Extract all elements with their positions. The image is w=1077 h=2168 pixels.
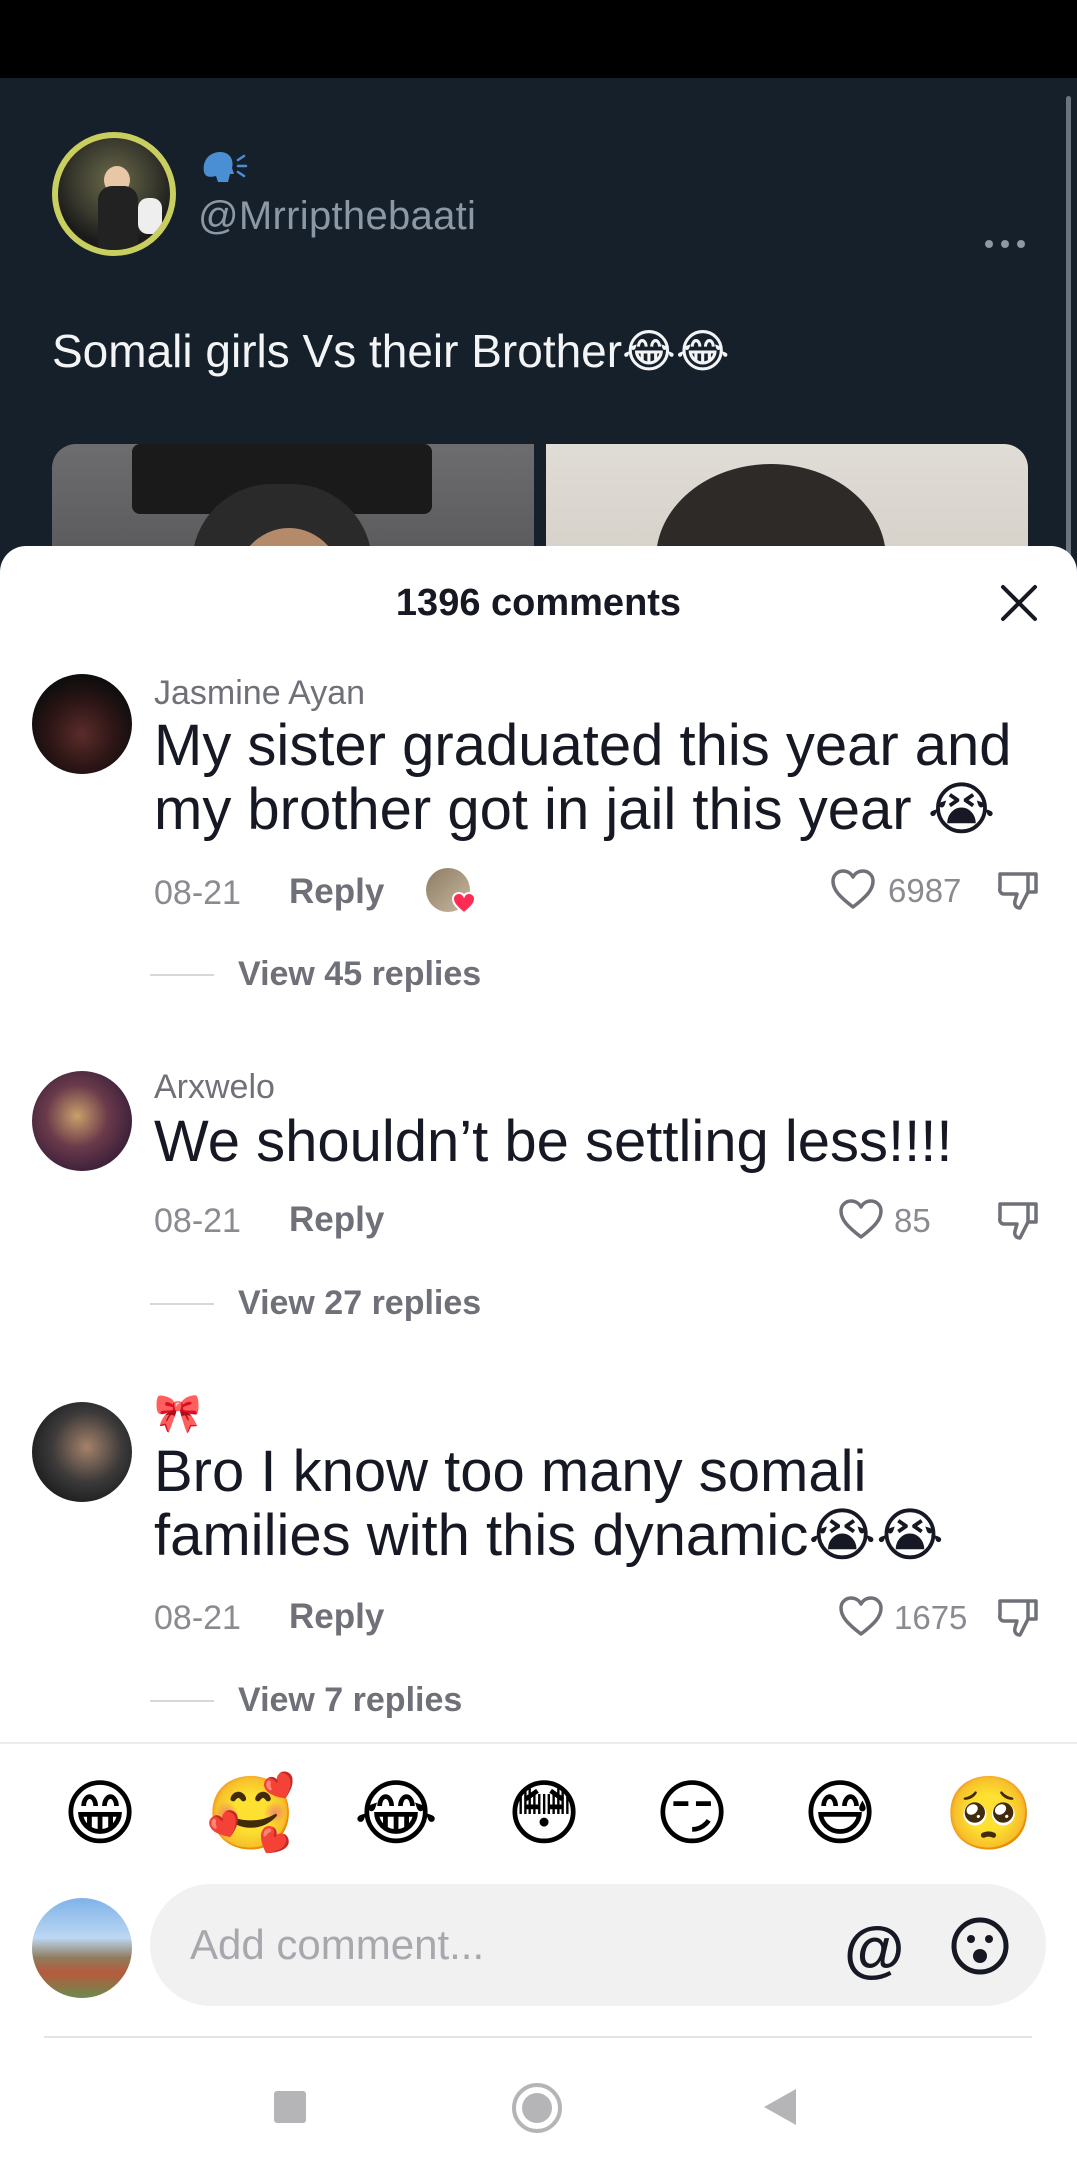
replies-divider xyxy=(150,1303,214,1305)
replies-divider xyxy=(150,1700,214,1702)
commenter-avatar[interactable] xyxy=(32,1071,132,1171)
reply-button[interactable]: Reply xyxy=(289,872,384,912)
home-circle-icon[interactable] xyxy=(510,2081,564,2135)
post-text: Somali girls Vs their Brother😂😂 xyxy=(52,325,730,377)
emoji-quick-bar: 😁 🥰 😂 😳 😏 😅 🥺 xyxy=(0,1742,1077,1868)
recents-square-icon[interactable] xyxy=(274,2091,306,2123)
mention-at-icon[interactable]: @ xyxy=(844,1914,904,1985)
comments-count-title: 1396 comments xyxy=(395,582,682,624)
emoji-sweat-smile[interactable]: 😅 xyxy=(798,1772,882,1856)
comments-sheet: 1396 comments Jasmine Ayan My sister gra… xyxy=(0,546,1077,2168)
commenter-name[interactable]: Arxwelo xyxy=(154,1068,275,1107)
commenter-avatar[interactable] xyxy=(32,1402,132,1502)
emoji-flushed[interactable]: 😳 xyxy=(502,1772,586,1856)
emoji-pleading[interactable]: 🥺 xyxy=(944,1772,1034,1856)
like-count: 85 xyxy=(894,1202,931,1239)
more-dots-icon[interactable] xyxy=(984,238,1026,250)
reply-button[interactable]: Reply xyxy=(289,1200,384,1240)
view-replies-button[interactable]: View 7 replies xyxy=(238,1681,462,1720)
emoji-smirk[interactable]: 😏 xyxy=(650,1772,734,1856)
heart-outline-icon[interactable] xyxy=(838,1595,884,1637)
scroll-indicator xyxy=(1066,96,1071,566)
add-comment-input[interactable] xyxy=(150,1884,1046,2006)
my-avatar[interactable] xyxy=(32,1898,132,1998)
heart-outline-icon[interactable] xyxy=(830,868,876,910)
replies-divider xyxy=(150,974,214,976)
comment-date: 08-21 xyxy=(154,1599,241,1637)
system-navigation-bar xyxy=(0,2051,1077,2168)
emoji-tears-of-joy[interactable]: 😂 xyxy=(354,1772,438,1856)
composer-divider xyxy=(44,2036,1032,2038)
emoji-smiling-hearts[interactable]: 🥰 xyxy=(206,1772,296,1856)
reply-button[interactable]: Reply xyxy=(289,1597,384,1637)
creator-heart-icon xyxy=(452,892,476,914)
like-count: 6987 xyxy=(888,872,962,909)
comment-date: 08-21 xyxy=(154,1202,241,1240)
commenter-name[interactable]: 🎀 xyxy=(154,1392,201,1436)
post-preview: @Mrripthebaati Somali girls Vs their Bro… xyxy=(0,78,1077,598)
back-triangle-icon[interactable] xyxy=(760,2085,800,2129)
emoji-grinning[interactable]: 😁 xyxy=(58,1772,142,1856)
comment-text: My sister graduated this year and my bro… xyxy=(154,713,1012,842)
commenter-avatar[interactable] xyxy=(32,674,132,774)
comment-date: 08-21 xyxy=(154,874,241,912)
thumbs-down-icon[interactable] xyxy=(996,1595,1040,1639)
smiley-icon[interactable] xyxy=(950,1916,1010,1976)
post-author-handle[interactable]: @Mrripthebaati xyxy=(198,194,476,239)
thumbs-down-icon[interactable] xyxy=(996,868,1040,912)
view-replies-button[interactable]: View 27 replies xyxy=(238,1284,481,1323)
status-bar xyxy=(0,0,1077,78)
comment-text: Bro I know too many somali families with… xyxy=(154,1439,944,1568)
comment-text: We shouldn’t be settling less!!!! xyxy=(154,1109,953,1174)
heart-outline-icon[interactable] xyxy=(838,1198,884,1240)
commenter-name[interactable]: Jasmine Ayan xyxy=(154,674,365,713)
close-icon[interactable] xyxy=(998,582,1040,624)
post-author-avatar[interactable] xyxy=(52,132,176,256)
like-count: 1675 xyxy=(894,1599,968,1636)
thumbs-down-icon[interactable] xyxy=(996,1198,1040,1242)
speaking-head-icon xyxy=(203,152,248,182)
view-replies-button[interactable]: View 45 replies xyxy=(238,955,481,994)
comment-composer: @ xyxy=(0,1884,1077,2010)
